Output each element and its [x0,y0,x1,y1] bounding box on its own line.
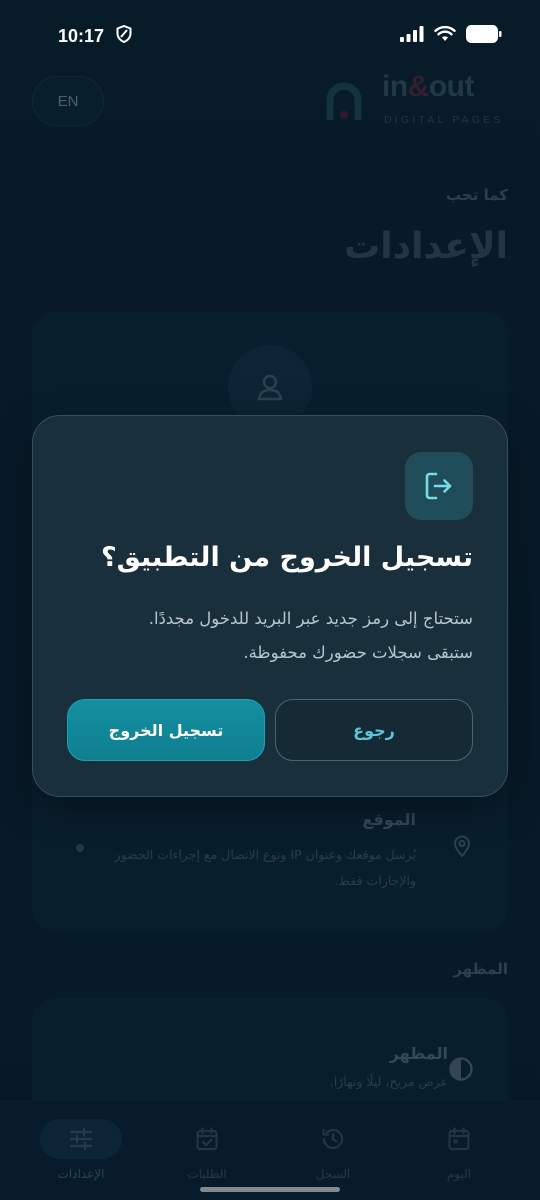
battery-icon [466,25,502,47]
status-left: 10:17 [58,24,132,47]
dialog-title: تسجيل الخروج من التطبيق؟ [100,542,473,573]
logout-dialog: تسجيل الخروج من التطبيق؟ ستحتاج إلى رمز … [32,415,508,797]
logout-button[interactable]: تسجيل الخروج [67,699,265,761]
shield-icon [116,24,132,47]
wifi-icon [434,25,456,46]
logout-icon-badge [405,452,473,520]
screen: 10:17 EN in&out DIGITAL PAGES كما تحب ال [0,0,540,1200]
logout-icon [425,472,452,500]
status-right [400,25,502,47]
dialog-message-line-1: ستحتاج إلى رمز جديد عبر البريد للدخول مج… [148,609,473,628]
dialog-message: ستحتاج إلى رمز جديد عبر البريد للدخول مج… [63,602,473,670]
status-time: 10:17 [58,25,105,46]
status-bar: 10:17 [0,0,540,72]
dialog-message-line-2: ستبقى سجلات حضورك محفوظة. [243,643,473,662]
signal-icon [400,26,424,46]
back-button[interactable]: رجوع [275,699,473,761]
